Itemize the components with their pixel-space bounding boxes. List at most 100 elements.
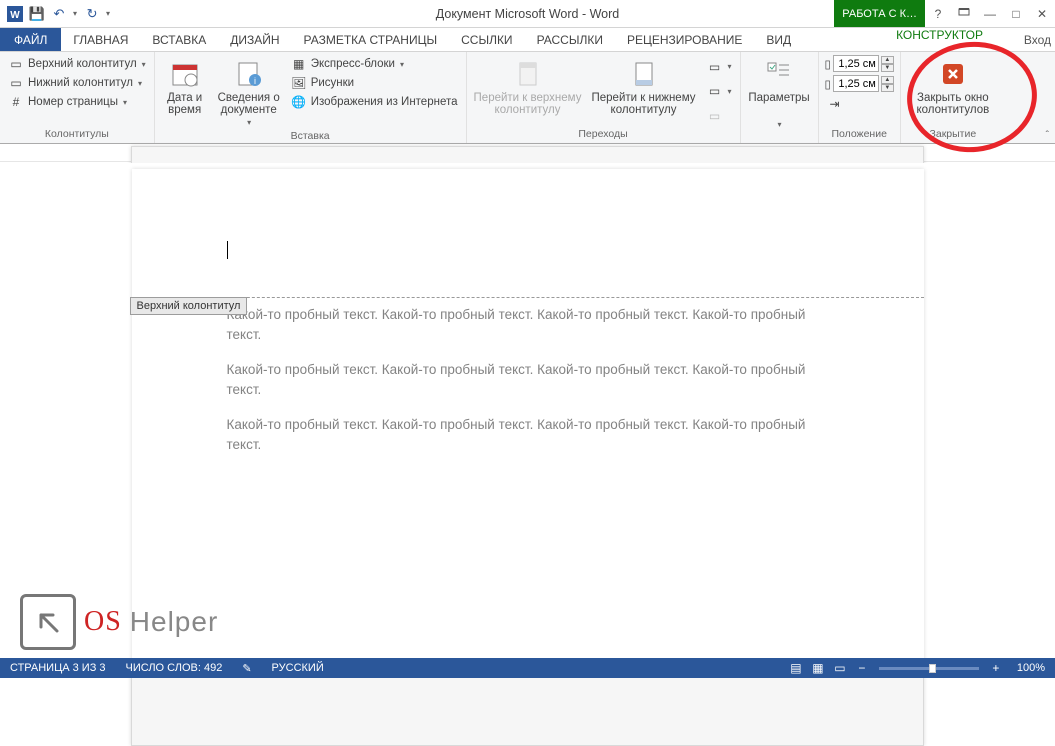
collapse-ribbon-icon[interactable]: ˆ bbox=[1046, 130, 1049, 141]
pagenum-label: Номер страницы bbox=[28, 96, 118, 108]
goto-footer-button[interactable]: Перейти к нижнему колонтитулу bbox=[589, 55, 699, 128]
page[interactable]: Верхний колонтитул Какой-то пробный текс… bbox=[132, 169, 924, 658]
docinfo-icon: i bbox=[233, 58, 265, 90]
hash-icon: # bbox=[8, 94, 24, 110]
status-words[interactable]: ЧИСЛО СЛОВ: 492 bbox=[116, 662, 233, 674]
close-x-icon bbox=[937, 58, 969, 90]
zoom-slider[interactable] bbox=[879, 667, 979, 670]
footer-icon: ▭ bbox=[8, 75, 24, 91]
footer-from-bottom[interactable]: ▯ ▲▼ bbox=[825, 75, 894, 92]
header-button[interactable]: ▭Верхний колонтитул▾ bbox=[6, 55, 148, 73]
header-label: Верхний колонтитул bbox=[28, 58, 137, 70]
print-layout-icon[interactable]: ▦ bbox=[807, 661, 829, 675]
calendar-icon bbox=[169, 58, 201, 90]
redo-icon[interactable]: ↻ bbox=[83, 5, 101, 23]
save-icon[interactable]: 💾 bbox=[28, 5, 46, 23]
signin-link[interactable]: Вход bbox=[1024, 28, 1051, 51]
pagenum-button[interactable]: # Номер страницы ▾ bbox=[6, 93, 148, 111]
window-title: Документ Microsoft Word - Word bbox=[436, 7, 619, 21]
tab-view[interactable]: ВИД bbox=[754, 28, 803, 51]
tab-review[interactable]: РЕЦЕНЗИРОВАНИЕ bbox=[615, 28, 754, 51]
align-tab-button[interactable]: ⇥ bbox=[825, 95, 894, 113]
link-next-icon: ▭ bbox=[707, 83, 723, 99]
docinfo-button[interactable]: i Сведения о документе▾ bbox=[215, 55, 283, 130]
goto-header-button: Перейти к верхнему колонтитулу bbox=[473, 55, 583, 128]
ribbon: ▭Верхний колонтитул▾ ▭Нижний колонтитул▾… bbox=[0, 52, 1055, 144]
web-layout-icon[interactable]: ▭ bbox=[829, 661, 851, 675]
link-prev-icon: ▭ bbox=[707, 59, 723, 75]
tab-icon: ⇥ bbox=[827, 96, 843, 112]
close-header-footer-button[interactable]: Закрыть окно колонтитулов bbox=[907, 55, 999, 128]
tab-design[interactable]: ДИЗАЙН bbox=[218, 28, 291, 51]
watermark-text-2: Helper bbox=[130, 606, 218, 638]
zoom-in-icon[interactable]: + bbox=[985, 661, 1007, 675]
pictures-button[interactable]: 🖼Рисунки bbox=[289, 74, 460, 92]
group-label: Положение bbox=[825, 128, 894, 142]
zoom-thumb[interactable] bbox=[929, 664, 936, 673]
group-label: Вставка bbox=[161, 130, 460, 142]
ruler[interactable] bbox=[0, 144, 1055, 162]
document-area[interactable]: Верхний колонтитул Какой-то пробный текс… bbox=[0, 163, 1055, 658]
status-page[interactable]: СТРАНИЦА 3 ИЗ 3 bbox=[0, 662, 116, 674]
paragraph: Какой-то пробный текст. Какой-то пробный… bbox=[227, 415, 829, 454]
group-options: Параметры▾ bbox=[741, 52, 819, 143]
goto-header-label: Перейти к верхнему колонтитулу bbox=[474, 92, 582, 116]
status-proofing-icon[interactable]: ✎ bbox=[232, 662, 261, 675]
tab-home[interactable]: ГЛАВНАЯ bbox=[61, 28, 140, 51]
contextual-tab-label: РАБОТА С К… bbox=[834, 0, 925, 27]
tab-insert[interactable]: ВСТАВКА bbox=[140, 28, 218, 51]
undo-dropdown[interactable]: ▾ bbox=[73, 9, 77, 18]
datetime-label: Дата и время bbox=[162, 92, 208, 116]
chevron-down-icon: ▾ bbox=[400, 60, 404, 69]
minimize-icon[interactable]: — bbox=[977, 0, 1003, 27]
title-right: РАБОТА С К… ? — □ ✕ bbox=[834, 0, 1055, 27]
tab-file[interactable]: ФАЙЛ bbox=[0, 28, 61, 51]
zoom-level[interactable]: 100% bbox=[1007, 662, 1055, 674]
chevron-down-icon: ▾ bbox=[778, 120, 782, 129]
margin-top-icon: ▯ bbox=[825, 57, 831, 71]
tab-layout[interactable]: РАЗМЕТКА СТРАНИЦЫ bbox=[292, 28, 450, 51]
ribbon-options-icon[interactable] bbox=[951, 0, 977, 27]
tab-references[interactable]: ССЫЛКИ bbox=[449, 28, 524, 51]
docinfo-label: Сведения о документе bbox=[216, 92, 282, 116]
datetime-button[interactable]: Дата и время bbox=[161, 55, 209, 130]
read-mode-icon[interactable]: ▤ bbox=[785, 661, 807, 675]
close-icon[interactable]: ✕ bbox=[1029, 0, 1055, 27]
paragraph: Какой-то пробный текст. Какой-то пробный… bbox=[227, 360, 829, 399]
nav-opt1[interactable]: ▭▾ bbox=[705, 58, 734, 76]
group-headers-footers: ▭Верхний колонтитул▾ ▭Нижний колонтитул▾… bbox=[0, 52, 155, 143]
blocks-icon: ▦ bbox=[291, 56, 307, 72]
tab-constructor[interactable]: КОНСТРУКТОР bbox=[884, 28, 995, 42]
close-hf-label: Закрыть окно колонтитулов bbox=[908, 92, 998, 116]
tab-mailings[interactable]: РАССЫЛКИ bbox=[525, 28, 615, 51]
step-up-icon[interactable]: ▲ bbox=[881, 56, 894, 64]
qat-dropdown[interactable]: ▾ bbox=[106, 9, 110, 18]
footer-bottom-input[interactable] bbox=[833, 75, 879, 92]
step-up-icon[interactable]: ▲ bbox=[881, 76, 894, 84]
goto-footer-label: Перейти к нижнему колонтитулу bbox=[590, 92, 698, 116]
zoom-out-icon[interactable]: − bbox=[851, 661, 873, 675]
online-pictures-button[interactable]: 🌐Изображения из Интернета bbox=[289, 93, 460, 111]
options-button[interactable]: Параметры▾ bbox=[747, 55, 812, 132]
nav-opt2[interactable]: ▭▾ bbox=[705, 82, 734, 100]
help-icon[interactable]: ? bbox=[925, 0, 951, 27]
maximize-icon[interactable]: □ bbox=[1003, 0, 1029, 27]
status-language[interactable]: РУССКИЙ bbox=[262, 662, 334, 674]
group-insert: Дата и время i Сведения о документе▾ ▦Эк… bbox=[155, 52, 467, 143]
ribbon-tabs: ФАЙЛ ГЛАВНАЯ ВСТАВКА ДИЗАЙН РАЗМЕТКА СТР… bbox=[0, 28, 1055, 52]
online-pictures-label: Изображения из Интернета bbox=[311, 96, 458, 108]
footer-button[interactable]: ▭Нижний колонтитул▾ bbox=[6, 74, 148, 92]
step-down-icon[interactable]: ▼ bbox=[881, 84, 894, 92]
quick-access-toolbar: W 💾 ↶ ▾ ↻ ▾ bbox=[0, 5, 112, 23]
undo-icon[interactable]: ↶ bbox=[50, 5, 68, 23]
header-from-top[interactable]: ▯ ▲▼ bbox=[825, 55, 894, 72]
group-navigation: Перейти к верхнему колонтитулу Перейти к… bbox=[467, 52, 741, 143]
svg-text:W: W bbox=[10, 10, 20, 21]
chevron-down-icon: ▾ bbox=[123, 98, 127, 107]
header-divider bbox=[132, 297, 924, 298]
quickparts-button[interactable]: ▦Экспресс-блоки▾ bbox=[289, 55, 460, 73]
step-down-icon[interactable]: ▼ bbox=[881, 64, 894, 72]
nav-opt3[interactable]: ▭ bbox=[705, 107, 734, 125]
header-top-input[interactable] bbox=[833, 55, 879, 72]
title-bar: W 💾 ↶ ▾ ↻ ▾ Документ Microsoft Word - Wor… bbox=[0, 0, 1055, 28]
